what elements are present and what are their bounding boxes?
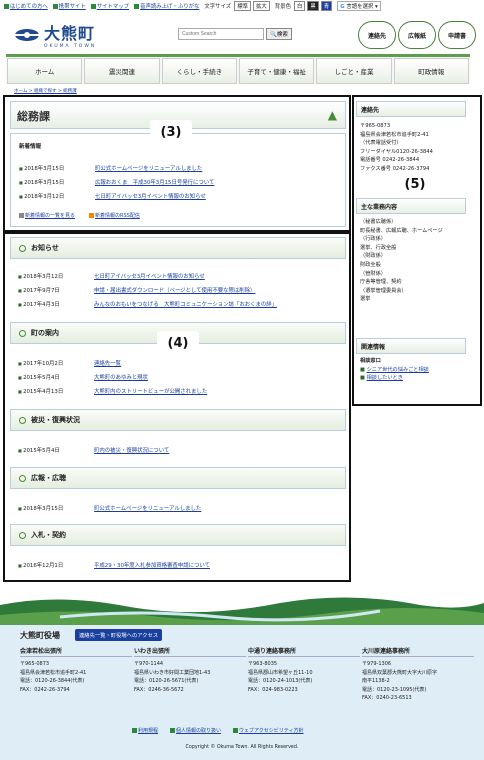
language-select[interactable]: G 言語を選択 ▾ — [337, 1, 381, 11]
footer-terms-link[interactable]: 利用規程 — [132, 727, 158, 734]
forms-button[interactable]: 申請書 — [438, 21, 476, 49]
list-item: 2017年9月7日申請・届出書式ダウンロード（ページとして使用不要な際は削除） — [18, 286, 255, 294]
article-link[interactable]: 連絡先一覧 — [94, 359, 121, 367]
bg-white-button[interactable]: 白 — [293, 1, 306, 11]
sidebar-related-heading: 関連情報 — [356, 338, 466, 354]
article-link[interactable]: 大熊町のあゆみと現状 — [94, 373, 148, 381]
section-heading-bidding: 入札・契約 — [10, 524, 346, 546]
site-search: 🔍検索 — [178, 28, 292, 40]
news-link[interactable]: 七日町アイバッセ3月イベント情報のお知らせ — [95, 192, 206, 200]
sidebar-contact-text: 〒965-0873 福島県会津若松市追手町2-41 （代表電話受付） フリーダイ… — [360, 123, 433, 172]
region-label-3: (3) — [150, 120, 192, 144]
search-icon: 🔍 — [270, 32, 277, 38]
footer-privacy-link[interactable]: 個人情報の取り扱い — [170, 727, 221, 734]
footer-town-office-title: 大熊町役場 — [20, 631, 60, 640]
related-link-senior[interactable]: ■ シニア世代の悩みごと相談 — [360, 366, 429, 375]
site-header: 大熊町 OKUMA TOWN 🔍検索 連絡先 広報紙 申請書 — [0, 12, 484, 54]
bg-black-button[interactable]: 黒 — [307, 1, 319, 11]
news-link[interactable]: 広報おおくま 平成30年3月15日号発行について — [95, 178, 214, 186]
sidebar-related-sub: 相談窓口 — [360, 358, 381, 364]
rss-icon — [89, 213, 95, 218]
article-link[interactable]: みんなのおもいをつなげる 大熊町コミュニケーション誌「おおくまの絆」 — [94, 300, 277, 308]
new-info-panel: 新着情報 2018年3月15日町公式ホームページをリニューアルしました 2018… — [10, 133, 346, 227]
more-news-link[interactable]: 新着情報の一覧を見る — [19, 212, 75, 219]
breadcrumb[interactable]: ホーム > 組織で探す > 総務課 — [14, 88, 77, 94]
list-item: 2018年3月15日町公式ホームページをリニューアルしました — [18, 504, 201, 512]
link-sitemap[interactable]: サイトマップ — [90, 2, 129, 10]
font-size-label: 文字サイズ — [204, 4, 232, 10]
town-logo[interactable]: 大熊町 OKUMA TOWN — [14, 20, 96, 49]
town-emblem-icon — [14, 28, 40, 41]
list-item: 2015年5月4日大熊町のあゆみと現状 — [18, 373, 148, 381]
footer-links: 利用規程 個人情報の取り扱い ウェブアクセシビリティ方針 — [132, 727, 303, 734]
logo-name: 大熊町 — [44, 24, 96, 43]
rss-link[interactable]: 新着情報のRSS配信 — [89, 212, 140, 219]
list-item: 2015年4月13日大熊町内のストリートビューが公開されました — [18, 387, 207, 395]
google-icon: G — [340, 4, 345, 10]
list-item: 2016年12月1日平成29・30年度入札参加資格審査申請について — [18, 561, 210, 569]
office-iwaki: いわき出張所 〒970-1144 福島県いわき市好間工業団地1-43 電話：01… — [134, 648, 246, 694]
utility-bar: はじめての方へ 携帯サイト サイトマップ 音声読み上げ・ふりがな 文字サイズ 標… — [0, 0, 484, 12]
newsletter-button[interactable]: 広報紙 — [398, 21, 436, 49]
office-aizu: 会津若松出張所 〒965-0873 福島県会津若松市追手町2-41 電話：012… — [20, 648, 132, 694]
region-label-4: (4) — [157, 331, 199, 355]
link-voice[interactable]: 音声読み上げ・ふりがな — [134, 2, 199, 10]
section-heading-notices: お知らせ — [10, 237, 346, 259]
section-heading-recovery: 被災・復興状況 — [10, 409, 346, 431]
article-link[interactable]: 申請・届出書式ダウンロード（ページとして使用不要な際は削除） — [94, 286, 255, 294]
bg-color-label: 背景色 — [274, 4, 291, 10]
global-nav: ホーム 震災関連 くらし・手続き 子育て・健康・福祉 しごと・産業 町政情報 — [6, 54, 470, 84]
list-item: 2017年10月2日連絡先一覧 — [18, 359, 121, 367]
region-label-5: (5) — [394, 172, 436, 196]
contact-button[interactable]: 連絡先 — [358, 21, 396, 49]
sidebar-work-heading: 主な業務内容 — [356, 198, 466, 214]
news-link[interactable]: 町公式ホームページをリニューアルしました — [95, 164, 202, 172]
list-item: 2018年3月15日町公式ホームページをリニューアルしました — [19, 164, 202, 172]
hills-illustration — [0, 595, 484, 625]
article-link[interactable]: 平成29・30年度入札参加資格審査申請について — [94, 561, 210, 569]
footer-access-link[interactable]: 連絡先一覧・町役場へのアクセス — [75, 629, 163, 641]
article-link[interactable]: 七日町アイバッセ3月イベント情報のお知らせ — [94, 272, 205, 280]
list-item: 2018年3月15日広報おおくま 平成30年3月15日号発行について — [19, 178, 214, 186]
nav-government[interactable]: 町政情報 — [393, 58, 469, 84]
copyright: Copyright © Okuma Town. All Rights Reser… — [185, 745, 299, 750]
new-info-heading: 新着情報 — [19, 144, 42, 150]
logo-subtitle: OKUMA TOWN — [44, 44, 97, 49]
search-button[interactable]: 🔍検索 — [266, 28, 292, 40]
section-heading-pr: 広報・広聴 — [10, 467, 346, 489]
list-item: 2015年5月4日町内の被災・復興状況について — [18, 446, 169, 454]
related-link-consult[interactable]: ■ 相談したいとき — [360, 374, 429, 383]
page-title: 総務課 — [17, 110, 50, 123]
nav-health[interactable]: 子育て・健康・福祉 — [238, 58, 315, 84]
nav-disaster[interactable]: 震災関連 — [84, 58, 160, 84]
sidebar-contact-heading: 連絡先 — [356, 101, 466, 117]
search-input[interactable] — [178, 28, 264, 40]
list-item: 2018年3月12日七日町アイバッセ3月イベント情報のお知らせ — [19, 192, 206, 200]
list-item: 2018年3月12日七日町アイバッセ3月イベント情報のお知らせ — [18, 272, 205, 280]
sidebar-work-text: （秘書広聴係） 町長秘書、広報広聴、ホームページ （行政係） 選挙、行政全般 （… — [360, 219, 443, 303]
nav-home[interactable]: ホーム — [7, 58, 83, 84]
article-link[interactable]: 町内の被災・復興状況について — [94, 446, 169, 454]
tree-icon: ▲ — [327, 108, 337, 122]
nav-living[interactable]: くらし・手続き — [161, 58, 237, 84]
nav-work[interactable]: しごと・産業 — [316, 58, 392, 84]
font-large-button[interactable]: 拡大 — [252, 1, 270, 11]
office-nakadori: 中通り連絡事務所 〒963-8035 福島県郡山市希望ヶ丘11-10 電話：01… — [248, 648, 360, 694]
bg-blue-button[interactable]: 青 — [320, 1, 333, 11]
office-okawara: 大川原連絡事務所 〒979-1306 福島県双葉郡大熊町大字大川原字 南平113… — [362, 648, 474, 702]
article-link[interactable]: 大熊町内のストリートビューが公開されました — [94, 387, 207, 395]
link-mobile[interactable]: 携帯サイト — [52, 2, 86, 10]
link-beginners[interactable]: はじめての方へ — [4, 2, 48, 10]
list-item: 2017年4月3日みんなのおもいをつなげる 大熊町コミュニケーション誌「おおくま… — [18, 300, 277, 308]
footer-accessibility-link[interactable]: ウェブアクセシビリティ方針 — [233, 727, 303, 734]
font-standard-button[interactable]: 標準 — [234, 1, 251, 11]
article-link[interactable]: 町公式ホームページをリニューアルしました — [94, 504, 201, 512]
